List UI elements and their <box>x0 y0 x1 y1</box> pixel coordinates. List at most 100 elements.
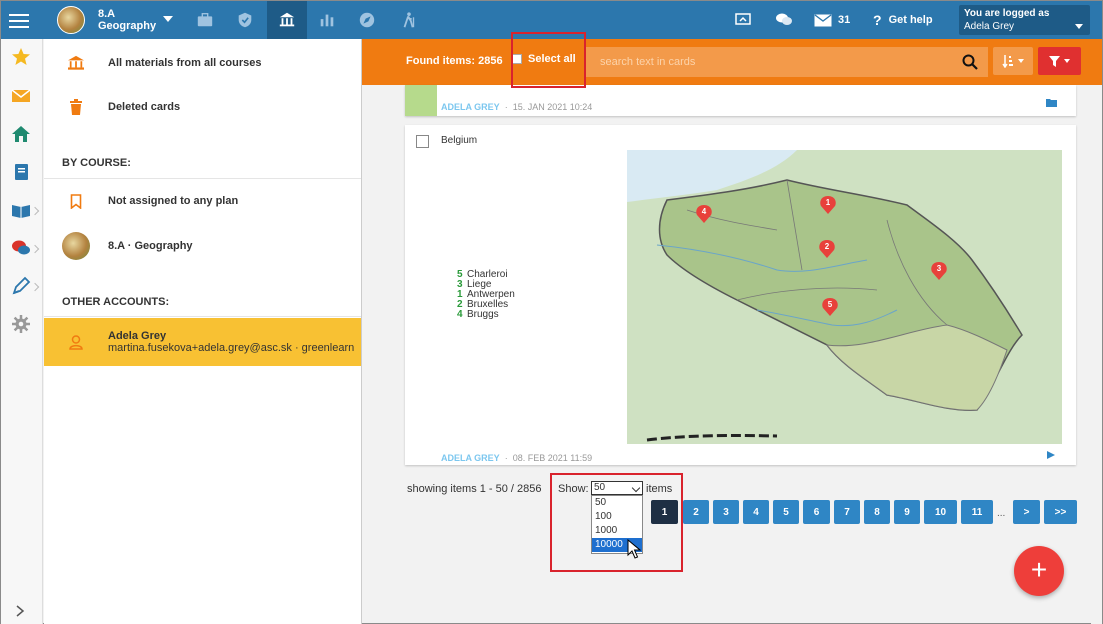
institution-icon[interactable] <box>267 1 307 39</box>
trash-icon <box>70 99 82 115</box>
messages-count: 31 <box>838 14 851 26</box>
belgium-map: 1 2 3 4 5 <box>627 150 1062 444</box>
page-button[interactable]: 2 <box>683 500 709 524</box>
user-icon <box>69 335 83 350</box>
chevron-right-icon <box>30 282 40 292</box>
svg-text:5: 5 <box>828 300 833 309</box>
page-button[interactable]: 11 <box>961 500 993 524</box>
course-avatar <box>62 232 90 260</box>
sidebar-item-label: Not assigned to any plan <box>108 195 239 207</box>
chevron-right-icon <box>30 206 40 216</box>
chevron-right-icon <box>30 244 40 254</box>
compass-icon[interactable] <box>347 1 387 39</box>
sort-button[interactable] <box>993 47 1033 75</box>
other-accounts-heading: OTHER ACCOUNTS: <box>62 296 170 308</box>
page-button[interactable]: 3 <box>713 500 739 524</box>
user-name: Adela Grey <box>964 21 1015 32</box>
page-button[interactable]: 6 <box>803 500 830 524</box>
messages-button[interactable]: 31 <box>814 1 850 39</box>
divider <box>44 178 361 179</box>
envelope-icon <box>814 13 832 26</box>
envelope-icon[interactable] <box>11 86 31 106</box>
sidebar-item-label: 8.A · Geography <box>108 240 193 252</box>
bar-chart-icon[interactable] <box>307 1 347 39</box>
caret-down-icon <box>1018 59 1024 63</box>
shield-check-icon[interactable] <box>225 1 265 39</box>
material-card[interactable]: Belgium 5 Charleroi 3 Liege 1 Antwerpen 2 Br… <box>405 125 1076 465</box>
divider <box>44 316 361 317</box>
caret-down-icon <box>1064 59 1070 63</box>
highlight-select-all <box>511 32 586 88</box>
filter-button[interactable] <box>1038 47 1081 75</box>
sidebar-item-course[interactable]: 8.A · Geography <box>44 232 361 260</box>
pagination-ellipsis: ... <box>997 508 1006 519</box>
hiking-icon[interactable] <box>389 1 429 39</box>
course-avatar[interactable] <box>57 6 85 34</box>
cursor-icon <box>627 539 641 559</box>
cast-icon[interactable] <box>735 1 751 39</box>
search-toolbar: Found items: 2856 Select all search text… <box>362 39 1102 85</box>
material-card[interactable]: ADELA GREY · 15. JAN 2021 10:24 <box>405 85 1076 116</box>
logged-as-label: You are logged as <box>964 8 1050 19</box>
course-class-label: 8.A <box>98 8 116 20</box>
open-book-icon[interactable] <box>11 200 31 220</box>
svg-text:1: 1 <box>826 198 831 207</box>
account-name: Adela Grey <box>108 330 167 342</box>
card-date: 08. FEB 2021 11:59 <box>512 453 593 463</box>
search-icon[interactable] <box>962 54 978 70</box>
user-menu[interactable]: You are logged as Adela Grey <box>959 5 1090 35</box>
next-page-button[interactable]: > <box>1013 500 1040 524</box>
folder-open-icon[interactable] <box>1046 98 1058 108</box>
course-subject-label: Geography <box>98 20 157 32</box>
home-icon[interactable] <box>11 124 31 144</box>
sidebar-item-label: Deleted cards <box>108 101 181 113</box>
page-button[interactable]: 5 <box>773 500 799 524</box>
showing-items-text: showing items 1 - 50 / 2856 <box>407 483 542 495</box>
filter-icon <box>1049 55 1060 67</box>
star-icon[interactable] <box>11 47 31 67</box>
search-input[interactable]: search text in cards <box>586 47 988 77</box>
legend-row: 4 Bruggs <box>457 309 499 320</box>
question-icon: ? <box>873 12 882 28</box>
by-course-heading: BY COURSE: <box>62 157 131 169</box>
last-page-button[interactable]: >> <box>1044 500 1077 524</box>
card-title: Belgium <box>441 135 478 146</box>
play-icon[interactable] <box>1046 450 1056 460</box>
sidebar-item-not-assigned[interactable]: Not assigned to any plan <box>44 191 361 211</box>
sidebar: All materials from all courses Deleted c… <box>44 39 362 624</box>
city-legend: 5 Charleroi 3 Liege 1 Antwerpen 2 Bruxelles … <box>457 270 515 320</box>
svg-text:3: 3 <box>937 264 942 273</box>
discussion-icon[interactable] <box>11 238 31 258</box>
notebook-icon[interactable] <box>11 162 31 182</box>
get-help-button[interactable]: ? Get help <box>873 1 933 39</box>
card-thumbnail <box>405 85 437 116</box>
pen-icon[interactable] <box>11 276 31 296</box>
hamburger-menu-icon[interactable] <box>9 10 29 30</box>
card-author[interactable]: ADELA GREY <box>441 453 500 463</box>
page-button[interactable]: 7 <box>834 500 860 524</box>
card-author[interactable]: ADELA GREY <box>441 102 500 112</box>
page-button[interactable]: 8 <box>864 500 890 524</box>
gear-icon[interactable] <box>11 314 31 334</box>
sidebar-item-label: All materials from all courses <box>108 57 262 69</box>
course-dropdown-icon[interactable] <box>163 16 173 22</box>
sidebar-item-all-materials[interactable]: All materials from all courses <box>44 53 361 73</box>
briefcase-icon[interactable] <box>185 1 225 39</box>
sidebar-item-account[interactable]: Adela Grey martina.fusekova+adela.grey@a… <box>44 318 361 366</box>
card-checkbox[interactable] <box>416 135 429 148</box>
chat-icon[interactable] <box>775 1 793 39</box>
page-button[interactable]: 9 <box>894 500 920 524</box>
card-footer: ADELA GREY · 15. JAN 2021 10:24 <box>441 102 593 112</box>
add-button[interactable]: + <box>1014 546 1064 596</box>
page-button[interactable]: 4 <box>743 500 769 524</box>
course-selector[interactable]: 8.A Geography <box>98 8 156 32</box>
page-button[interactable]: 10 <box>924 500 957 524</box>
found-items-count: Found items: 2856 <box>406 55 503 67</box>
card-footer: ADELA GREY · 08. FEB 2021 11:59 <box>441 453 593 463</box>
scrollbar[interactable] <box>1091 85 1102 624</box>
user-menu-caret-icon <box>1075 24 1083 29</box>
card-date: 15. JAN 2021 10:24 <box>512 102 593 112</box>
sidebar-item-deleted-cards[interactable]: Deleted cards <box>44 97 361 117</box>
expand-rail-icon[interactable] <box>15 604 25 618</box>
svg-text:4: 4 <box>702 207 707 216</box>
